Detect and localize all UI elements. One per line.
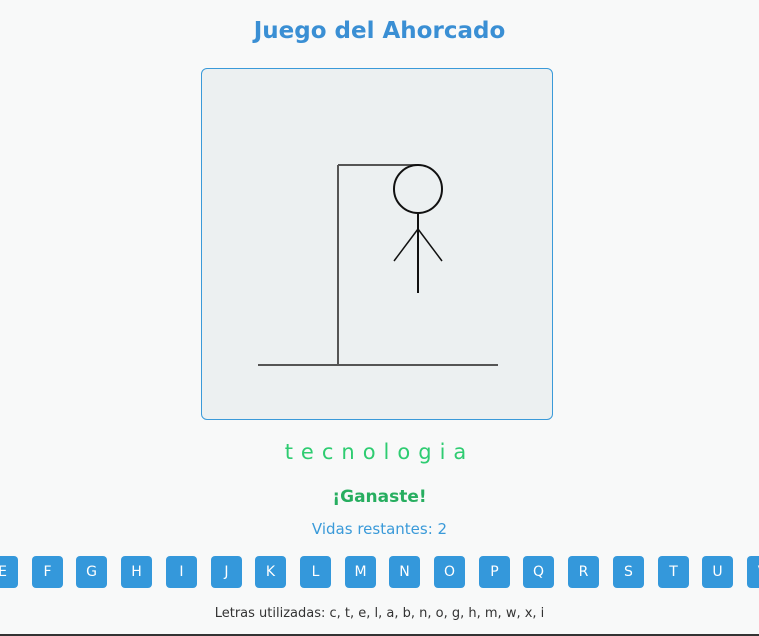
letter-key-q[interactable]: Q [523,556,554,588]
letter-keyboard: EFGHIJKLMNOPQRSTUV [0,556,759,588]
game-status: ¡Ganaste! [332,487,427,507]
hangman-right-arm [417,228,443,262]
hangman-game: Juego del Ahorcado tecnologia ¡Ganaste! … [0,0,759,636]
letter-key-j[interactable]: J [211,556,242,588]
hangman-canvas [201,68,553,420]
letter-key-s[interactable]: S [613,556,644,588]
letter-key-l[interactable]: L [300,556,331,588]
secret-word: tecnologia [284,440,475,464]
letter-key-v[interactable]: V [747,556,759,588]
hangman-head [393,164,443,214]
letter-key-g[interactable]: G [76,556,107,588]
lives-remaining: Vidas restantes: 2 [311,520,448,538]
used-letters: Letras utilizadas: c, t, e, l, a, b, n, … [214,606,545,621]
letter-key-f[interactable]: F [32,556,63,588]
page-title: Juego del Ahorcado [253,18,506,44]
letter-key-u[interactable]: U [702,556,733,588]
letter-key-r[interactable]: R [568,556,599,588]
letter-key-h[interactable]: H [121,556,152,588]
letter-key-t[interactable]: T [658,556,689,588]
letter-key-n[interactable]: N [389,556,420,588]
letter-key-i[interactable]: I [166,556,197,588]
letter-key-m[interactable]: M [345,556,376,588]
letter-key-p[interactable]: P [479,556,510,588]
letter-key-k[interactable]: K [255,556,286,588]
hangman-left-arm [393,228,419,262]
hangman-drawing [258,164,498,366]
letter-key-e[interactable]: E [0,556,18,588]
letter-key-o[interactable]: O [434,556,465,588]
